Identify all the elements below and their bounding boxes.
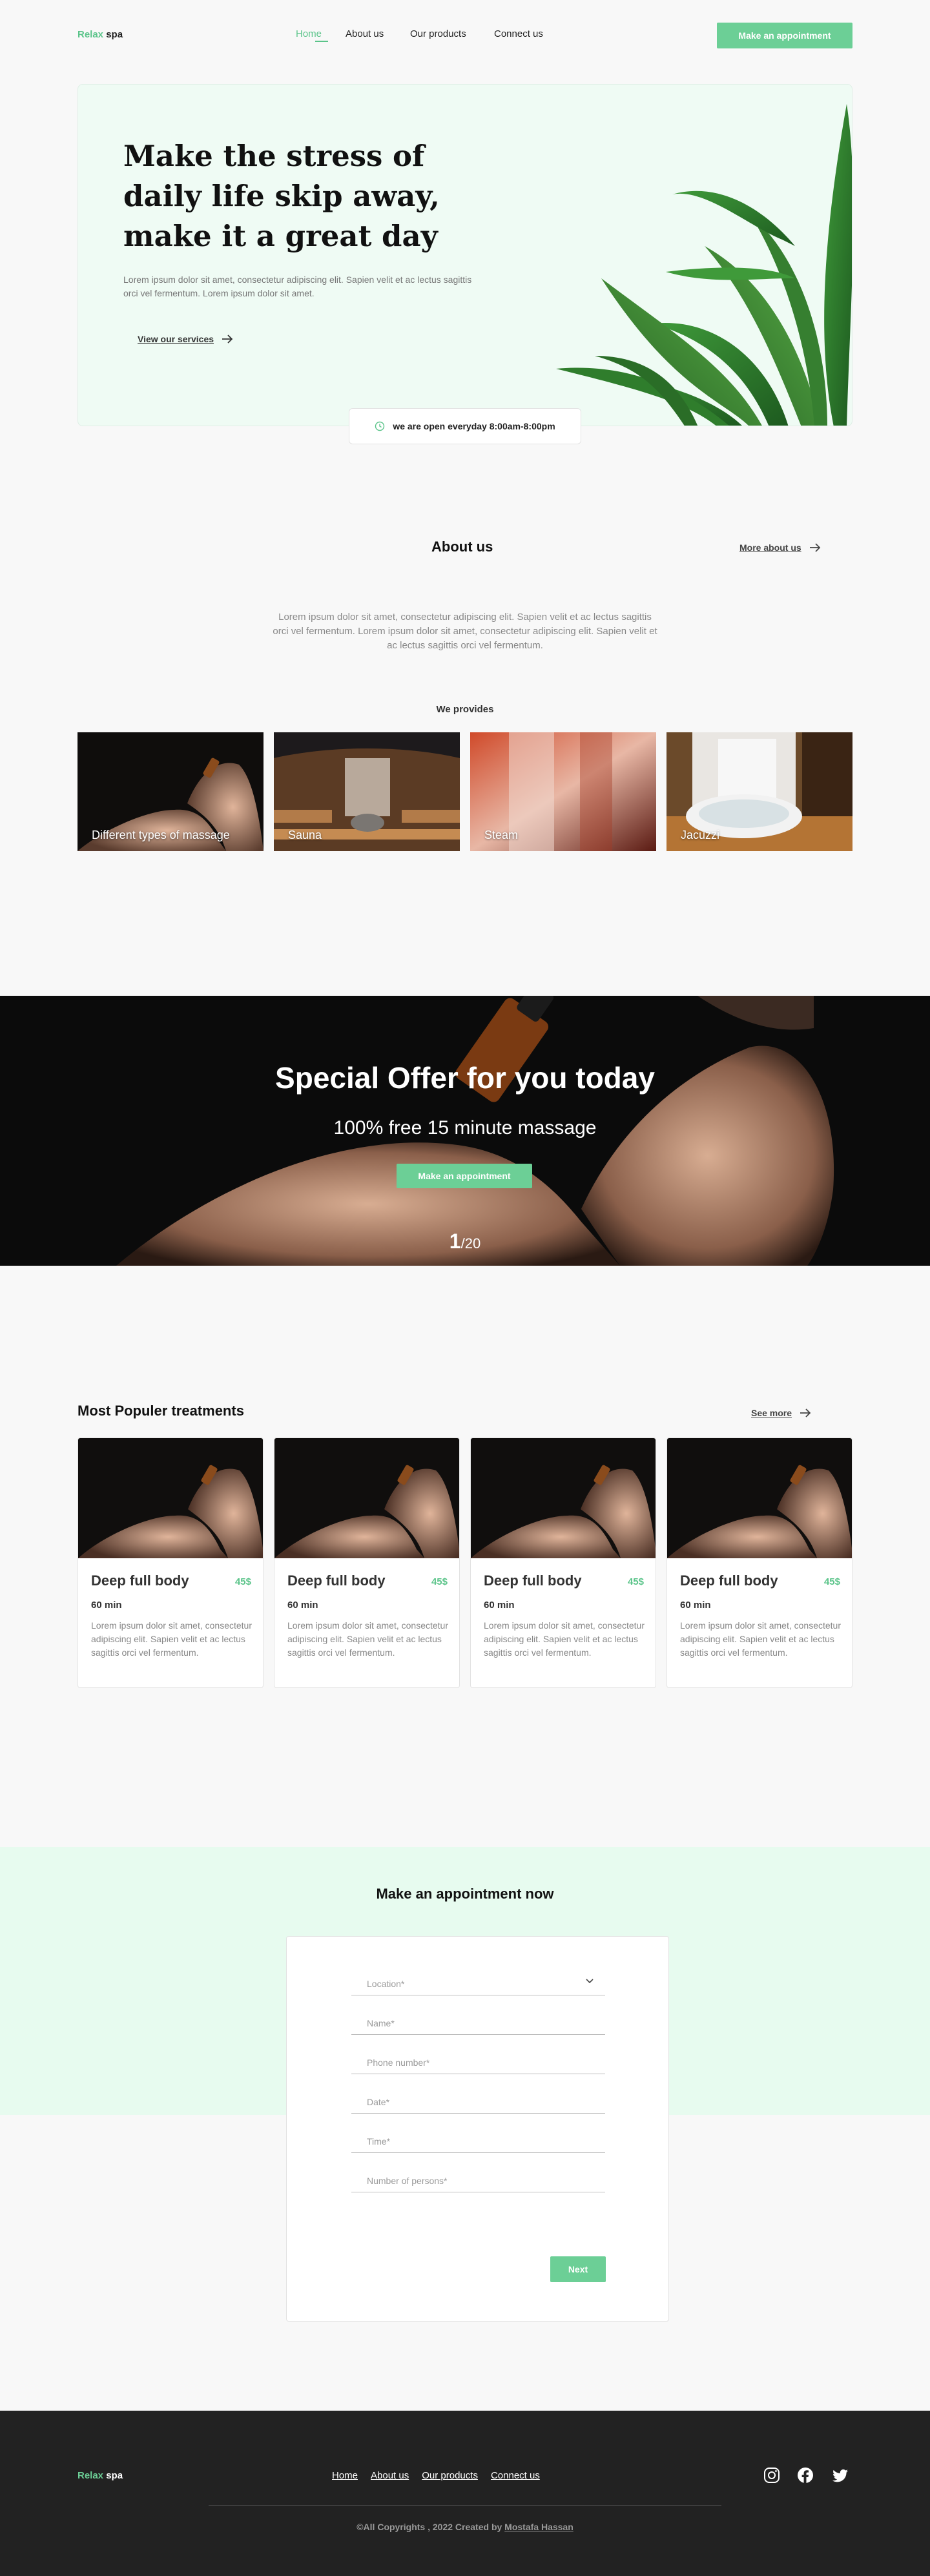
- next-button[interactable]: Next: [550, 2256, 606, 2282]
- nav-our-products[interactable]: Our products: [410, 28, 466, 39]
- treatment-price: 45$: [431, 1576, 448, 1587]
- footer-link-our-products[interactable]: Our products: [422, 2470, 478, 2481]
- treatment-duration: 60 min: [680, 1600, 711, 1611]
- offer-title: Special Offer for you today: [275, 1061, 655, 1095]
- offer-pagination: 1/20: [0, 1230, 930, 1253]
- name-field[interactable]: Name*: [351, 2012, 605, 2035]
- treatment-name: Deep full body: [484, 1572, 582, 1589]
- footer-divider: [209, 2505, 721, 2506]
- service-card-massage[interactable]: Different types of massage: [78, 732, 264, 851]
- location-select[interactable]: Location*: [351, 1972, 605, 1995]
- service-card-steam[interactable]: Steam: [470, 732, 656, 851]
- treatment-price: 45$: [234, 1576, 251, 1587]
- phone-field[interactable]: Phone number*: [351, 2051, 605, 2074]
- treatment-card[interactable]: Deep full body 45$ 60 min Lorem ipsum dolor…: [666, 1437, 852, 1688]
- more-about-us-link[interactable]: More about us: [739, 542, 821, 553]
- service-card-jacuzzi[interactable]: Jacuzzi: [666, 732, 852, 851]
- view-services-label: View our services: [138, 334, 214, 344]
- see-more-label: See more: [751, 1408, 792, 1418]
- appointment-form: Location* Name* Phone number* Date* Time…: [286, 1936, 669, 2322]
- treatment-price: 45$: [627, 1576, 644, 1587]
- special-offer-banner: Special Offer for you today 100% free 15…: [0, 996, 930, 1266]
- provides-title: We provides: [436, 704, 494, 715]
- treatment-name: Deep full body: [91, 1572, 189, 1589]
- treatment-image: [274, 1438, 459, 1558]
- arrow-right-icon: [809, 543, 820, 552]
- treatment-image: [78, 1438, 263, 1558]
- offer-subtitle: 100% free 15 minute massage: [333, 1117, 597, 1139]
- facebook-icon[interactable]: [796, 2466, 814, 2484]
- make-appointment-button[interactable]: Make an appointment: [717, 23, 852, 48]
- arrow-right-icon: [800, 1408, 811, 1417]
- offer-page-total: /20: [460, 1235, 481, 1252]
- treatment-image: [471, 1438, 656, 1558]
- treatment-duration: 60 min: [484, 1600, 515, 1611]
- copyright: ©All Copyrights , 2022 Created by Mostaf…: [0, 2522, 930, 2532]
- hero-title: Make the stress of daily life skip away,…: [123, 139, 440, 253]
- time-field[interactable]: Time*: [351, 2130, 605, 2153]
- treatment-description: Lorem ipsum dolor sit amet, consectetur …: [287, 1620, 448, 1658]
- footer-brand-accent: Relax: [78, 2470, 104, 2481]
- brand-logo[interactable]: Relax spa: [78, 29, 123, 40]
- footer-link-about-us[interactable]: About us: [371, 2470, 409, 2481]
- about-text: Lorem ipsum dolor sit amet, consectetur …: [273, 612, 657, 651]
- brand-accent: Relax: [78, 29, 104, 40]
- treatment-description: Lorem ipsum dolor sit amet, consectetur …: [484, 1620, 645, 1658]
- arrow-right-icon: [222, 335, 233, 344]
- opening-hours-text: we are open everyday 8:00am-8:00pm: [393, 421, 555, 431]
- hero-text: Lorem ipsum dolor sit amet, consectetur …: [123, 274, 472, 298]
- nav-about-us[interactable]: About us: [346, 28, 384, 39]
- appointment-title: Make an appointment now: [376, 1886, 554, 1902]
- service-label: Steam: [484, 829, 519, 841]
- service-label: Different types of massage: [92, 829, 230, 841]
- twitter-icon[interactable]: [831, 2466, 849, 2484]
- treatments-title: Most Populer treatments: [78, 1403, 244, 1419]
- footer-link-home[interactable]: Home: [332, 2470, 358, 2481]
- see-more-link[interactable]: See more: [751, 1408, 811, 1418]
- instagram-icon[interactable]: [763, 2466, 781, 2484]
- treatment-price: 45$: [823, 1576, 840, 1587]
- date-field[interactable]: Date*: [351, 2090, 605, 2114]
- treatment-image: [667, 1438, 852, 1558]
- location-placeholder: Location*: [367, 1979, 405, 1989]
- clock-icon: [375, 421, 385, 431]
- copyright-text: ©All Copyrights , 2022 Created by: [356, 2522, 505, 2532]
- treatment-card[interactable]: Deep full body 45$ 60 min Lorem ipsum dolor…: [274, 1437, 460, 1688]
- treatment-duration: 60 min: [91, 1600, 122, 1611]
- nav-active-indicator: [315, 41, 328, 42]
- offer-appointment-button[interactable]: Make an appointment: [397, 1164, 532, 1188]
- nav-connect-us[interactable]: Connect us: [494, 28, 543, 39]
- treatment-description: Lorem ipsum dolor sit amet, consectetur …: [680, 1620, 841, 1658]
- footer: Relax spa Home About us Our products Con…: [0, 2411, 930, 2576]
- author-link[interactable]: Mostafa Hassan: [504, 2522, 574, 2532]
- treatment-name: Deep full body: [680, 1572, 778, 1589]
- treatment-duration: 60 min: [287, 1600, 318, 1611]
- treatment-description: Lorem ipsum dolor sit amet, consectetur …: [91, 1620, 252, 1658]
- footer-link-connect-us[interactable]: Connect us: [491, 2470, 540, 2481]
- opening-hours-badge: we are open everyday 8:00am-8:00pm: [349, 408, 581, 444]
- footer-nav: Home About us Our products Connect us: [332, 2470, 540, 2481]
- footer-brand-name: spa: [103, 2470, 123, 2481]
- view-services-link[interactable]: View our services: [138, 334, 233, 344]
- plant-image: [556, 104, 852, 426]
- more-about-us-label: More about us: [739, 542, 801, 553]
- brand-name: spa: [103, 29, 123, 40]
- offer-page-current: 1: [449, 1230, 461, 1253]
- treatment-card[interactable]: Deep full body 45$ 60 min Lorem ipsum dolor…: [470, 1437, 656, 1688]
- service-card-sauna[interactable]: Sauna: [274, 732, 460, 851]
- chevron-down-icon: [586, 1979, 594, 1984]
- hero-section: Make the stress of daily life skip away,…: [78, 84, 852, 426]
- treatment-card[interactable]: Deep full body 45$ 60 min Lorem ipsum dolor…: [78, 1437, 264, 1688]
- persons-field[interactable]: Number of persons*: [351, 2169, 605, 2192]
- service-label: Jacuzzi: [681, 829, 720, 841]
- nav-home[interactable]: Home: [296, 28, 322, 39]
- service-label: Sauna: [288, 829, 322, 841]
- treatment-name: Deep full body: [287, 1572, 386, 1589]
- about-title: About us: [431, 539, 493, 555]
- footer-logo[interactable]: Relax spa: [78, 2470, 123, 2481]
